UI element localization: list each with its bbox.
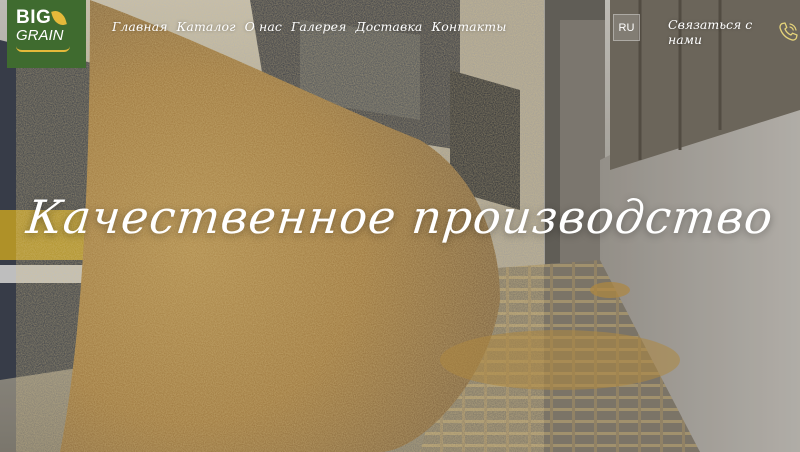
main-nav: Главная Каталог О нас Галерея Доставка К…: [112, 19, 507, 34]
hero-headline: Качественное производство: [23, 190, 777, 244]
phone-icon: [776, 20, 800, 44]
brand-logo[interactable]: BIG GRAIN: [7, 0, 86, 68]
nav-item-delivery[interactable]: Доставка: [355, 19, 422, 34]
hero-section: BIG GRAIN Главная Каталог О нас Галерея …: [0, 0, 800, 452]
contact-us-label: Связаться с нами: [668, 17, 753, 47]
nav-item-contacts[interactable]: Контакты: [431, 19, 506, 34]
nav-item-gallery[interactable]: Галерея: [291, 19, 346, 34]
leaf-icon: [51, 8, 68, 28]
nav-item-catalog[interactable]: Каталог: [177, 19, 236, 34]
contact-us-link[interactable]: Связаться с нами: [668, 17, 800, 47]
nav-item-home[interactable]: Главная: [112, 19, 168, 34]
logo-swoosh: [16, 46, 70, 52]
logo-text-grain: GRAIN: [16, 27, 64, 44]
nav-item-about[interactable]: О нас: [245, 19, 282, 34]
language-switcher[interactable]: RU: [613, 14, 640, 41]
logo-text-big: BIG: [16, 7, 52, 28]
